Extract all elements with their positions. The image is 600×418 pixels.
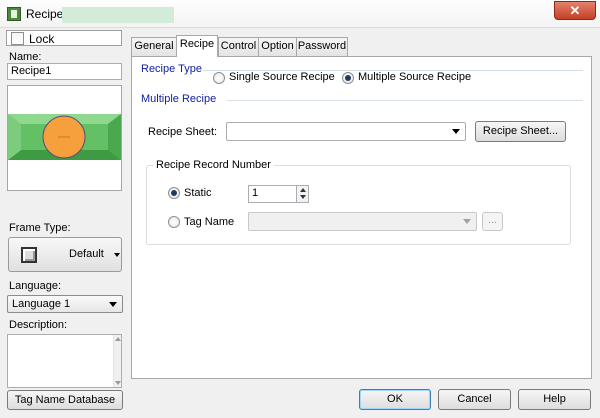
language-label: Language: — [9, 280, 61, 292]
ok-button[interactable]: OK — [359, 389, 431, 410]
tag-name-select[interactable] — [248, 212, 477, 231]
name-field[interactable]: Recipe1 — [7, 63, 122, 80]
description-label: Description: — [9, 319, 68, 331]
tab-general[interactable]: General — [131, 37, 177, 56]
object-preview — [7, 85, 122, 191]
title-bar: Recipe ✕ — [0, 0, 600, 28]
recipe-preview-graphic — [8, 86, 121, 190]
frame-style-icon — [21, 247, 37, 263]
recipe-tab-page: Recipe Type Single Source Recipe Multipl… — [131, 56, 592, 379]
title-bar-ghost-overlay — [62, 7, 174, 23]
frame-type-label: Frame Type: — [9, 222, 71, 234]
help-button[interactable]: Help — [518, 389, 591, 410]
description-scrollbar[interactable] — [113, 335, 121, 387]
tag-name-database-button[interactable]: Tag Name Database — [7, 390, 123, 410]
lock-checkbox-row[interactable]: Lock — [6, 30, 122, 46]
multiple-recipe-title: Multiple Recipe — [141, 93, 217, 105]
description-field[interactable] — [7, 334, 122, 388]
tag-name-label[interactable]: Tag Name — [184, 216, 234, 228]
frame-type-value: Default — [69, 248, 104, 260]
tag-name-radio[interactable] — [168, 216, 180, 228]
multiple-source-radio[interactable] — [342, 72, 354, 84]
tab-option[interactable]: Option — [258, 37, 297, 56]
recipe-record-number-group — [146, 165, 571, 245]
recipe-sheet-select[interactable] — [226, 122, 466, 141]
cancel-button[interactable]: Cancel — [438, 389, 511, 410]
tab-control[interactable]: Control — [218, 37, 259, 56]
multiple-recipe-divider — [227, 100, 583, 101]
static-radio[interactable] — [168, 187, 180, 199]
spin-arrows-icon[interactable] — [296, 186, 308, 202]
recipe-record-number-title: Recipe Record Number — [153, 159, 274, 171]
lock-checkbox[interactable] — [11, 32, 24, 45]
frame-type-button[interactable]: Default — [8, 237, 122, 272]
chevron-down-icon — [452, 129, 460, 134]
recipe-window-icon — [7, 7, 21, 21]
multiple-source-label[interactable]: Multiple Source Recipe — [358, 71, 471, 83]
single-source-radio[interactable] — [213, 72, 225, 84]
language-value: Language 1 — [12, 298, 71, 310]
chevron-down-icon — [109, 302, 117, 307]
recipe-sheet-label: Recipe Sheet: — [148, 126, 218, 138]
chevron-down-icon — [114, 253, 120, 257]
tab-recipe[interactable]: Recipe — [176, 35, 218, 57]
name-label: Name: — [9, 51, 42, 63]
static-label[interactable]: Static — [184, 187, 212, 199]
left-panel: Lock Name: Recipe1 Frame Type: Default L… — [0, 28, 130, 418]
static-value: 1 — [252, 187, 259, 199]
chevron-down-icon — [463, 219, 471, 224]
single-source-label[interactable]: Single Source Recipe — [229, 71, 335, 83]
close-button[interactable]: ✕ — [554, 1, 596, 20]
recipe-sheet-button[interactable]: Recipe Sheet... — [475, 121, 566, 142]
window-title: Recipe — [26, 7, 64, 21]
tab-password[interactable]: Password — [296, 37, 348, 56]
static-value-stepper[interactable]: 1 — [248, 185, 309, 203]
tag-name-browse-button[interactable]: ... — [482, 212, 503, 231]
lock-label: Lock — [29, 32, 55, 46]
language-select[interactable]: Language 1 — [7, 295, 123, 313]
recipe-type-title: Recipe Type — [141, 63, 202, 75]
